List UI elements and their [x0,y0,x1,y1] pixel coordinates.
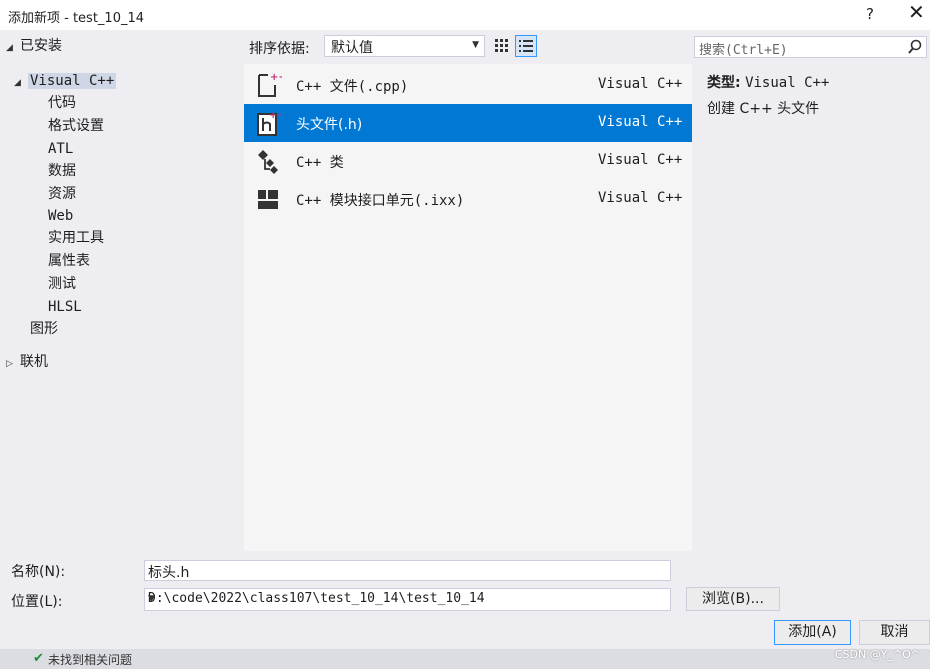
tree-node-atl[interactable]: ATL [48,138,73,160]
tree-node-data[interactable]: 数据 [48,160,76,182]
tree-node-hlsl[interactable]: HLSL [48,296,82,318]
tree-node-visual-cpp[interactable]: ◢ Visual C++ [14,70,117,92]
search-icon [907,38,923,60]
tree-node-label: 已安装 [20,38,62,54]
template-item-cpp-class[interactable]: C++ 类 Visual C++ [244,142,692,180]
expanded-arrow-icon: ◢ [14,78,21,88]
grid-view-icon[interactable] [492,36,512,56]
list-view-icon[interactable] [515,35,537,57]
location-field[interactable]: D:\code\2022\class107\test_10_14\test_10… [144,588,671,611]
sort-dropdown[interactable]: 默认值 ▼ [324,35,485,57]
expanded-arrow-icon: ◢ [6,43,13,53]
category-tree: ◢ 已安装 ◢ Visual C++ 代码 格式设置 ATL 数据 资源 Web 实… [0,30,243,550]
name-value: 标头.h [148,565,190,581]
template-language: Visual C++ [598,190,683,206]
search-placeholder: 搜索(Ctrl+E) [699,43,788,58]
type-label: 类型: [707,75,741,91]
name-label: 名称(N): [11,564,66,580]
svg-text:++: ++ [269,110,282,121]
template-language: Visual C++ [598,114,683,130]
title-bar: 添加新项 - test_10_14 ? ✕ [0,0,930,30]
template-name: 头文件(.h) [296,117,363,133]
tree-node-label: Visual C++ [28,73,117,89]
add-button[interactable]: 添加(A) [774,620,851,645]
cpp-file-icon: ++ [256,71,287,99]
tree-node-graphics[interactable]: 图形 [30,318,58,340]
search-input[interactable]: 搜索(Ctrl+E) [694,36,927,58]
tree-node-resource[interactable]: 资源 [48,183,76,205]
template-name: C++ 模块接口单元(.ixx) [296,193,465,209]
template-language: Visual C++ [598,152,683,168]
header-file-icon: ++ [256,109,286,137]
details-pane: 类型: Visual C++ 创建 C++ 头文件 [694,64,930,551]
check-icon: ✔ [33,651,44,666]
tree-node-online[interactable]: ▷ 联机 [6,351,48,373]
template-description: 创建 C++ 头文件 [707,101,820,117]
status-text: 未找到相关问题 [48,653,133,667]
tree-node-property-sheet[interactable]: 属性表 [48,250,90,272]
location-label: 位置(L): [11,594,63,610]
tree-node-test[interactable]: 测试 [48,273,76,295]
tree-node-formatting[interactable]: 格式设置 [48,115,104,137]
template-list: ++ C++ 文件(.cpp) Visual C++ ++ 头文件(.h) Vi… [244,64,692,551]
template-language: Visual C++ [598,76,683,92]
browse-button[interactable]: 浏览(B)... [686,587,780,611]
template-item-module-interface[interactable]: C++ 模块接口单元(.ixx) Visual C++ [244,180,692,218]
tree-node-code[interactable]: 代码 [48,92,76,114]
close-button[interactable]: ✕ [908,2,925,22]
tree-node-installed[interactable]: ◢ 已安装 [6,35,62,57]
status-bar: ✔ 未找到相关问题 [0,649,930,669]
sort-label: 排序依据: [249,41,310,57]
type-row: 类型: Visual C++ [707,72,829,92]
class-icon [256,147,282,175]
sort-value: 默认值 [331,40,373,56]
name-field[interactable]: 标头.h [144,560,671,581]
tree-node-web[interactable]: Web [48,205,73,227]
template-item-cpp-file[interactable]: ++ C++ 文件(.cpp) Visual C++ [244,66,692,104]
template-name: C++ 文件(.cpp) [296,79,409,95]
window-title: 添加新项 - test_10_14 [8,11,145,26]
dropdown-arrow-icon[interactable]: ▼ [148,594,665,604]
watermark: CSDN @Y_^O^ [834,648,920,661]
type-value: Visual C++ [745,75,830,91]
collapsed-arrow-icon: ▷ [6,359,13,369]
template-item-header-file[interactable]: ++ 头文件(.h) Visual C++ [244,104,692,142]
module-icon [256,185,282,213]
cancel-button[interactable]: 取消 [859,620,930,645]
template-name: C++ 类 [296,155,344,171]
tree-node-label: 联机 [20,354,48,370]
tree-node-utility[interactable]: 实用工具 [48,227,104,249]
svg-text:++: ++ [270,72,282,83]
help-button[interactable]: ? [866,5,874,23]
dropdown-arrow-icon: ▼ [472,40,479,50]
